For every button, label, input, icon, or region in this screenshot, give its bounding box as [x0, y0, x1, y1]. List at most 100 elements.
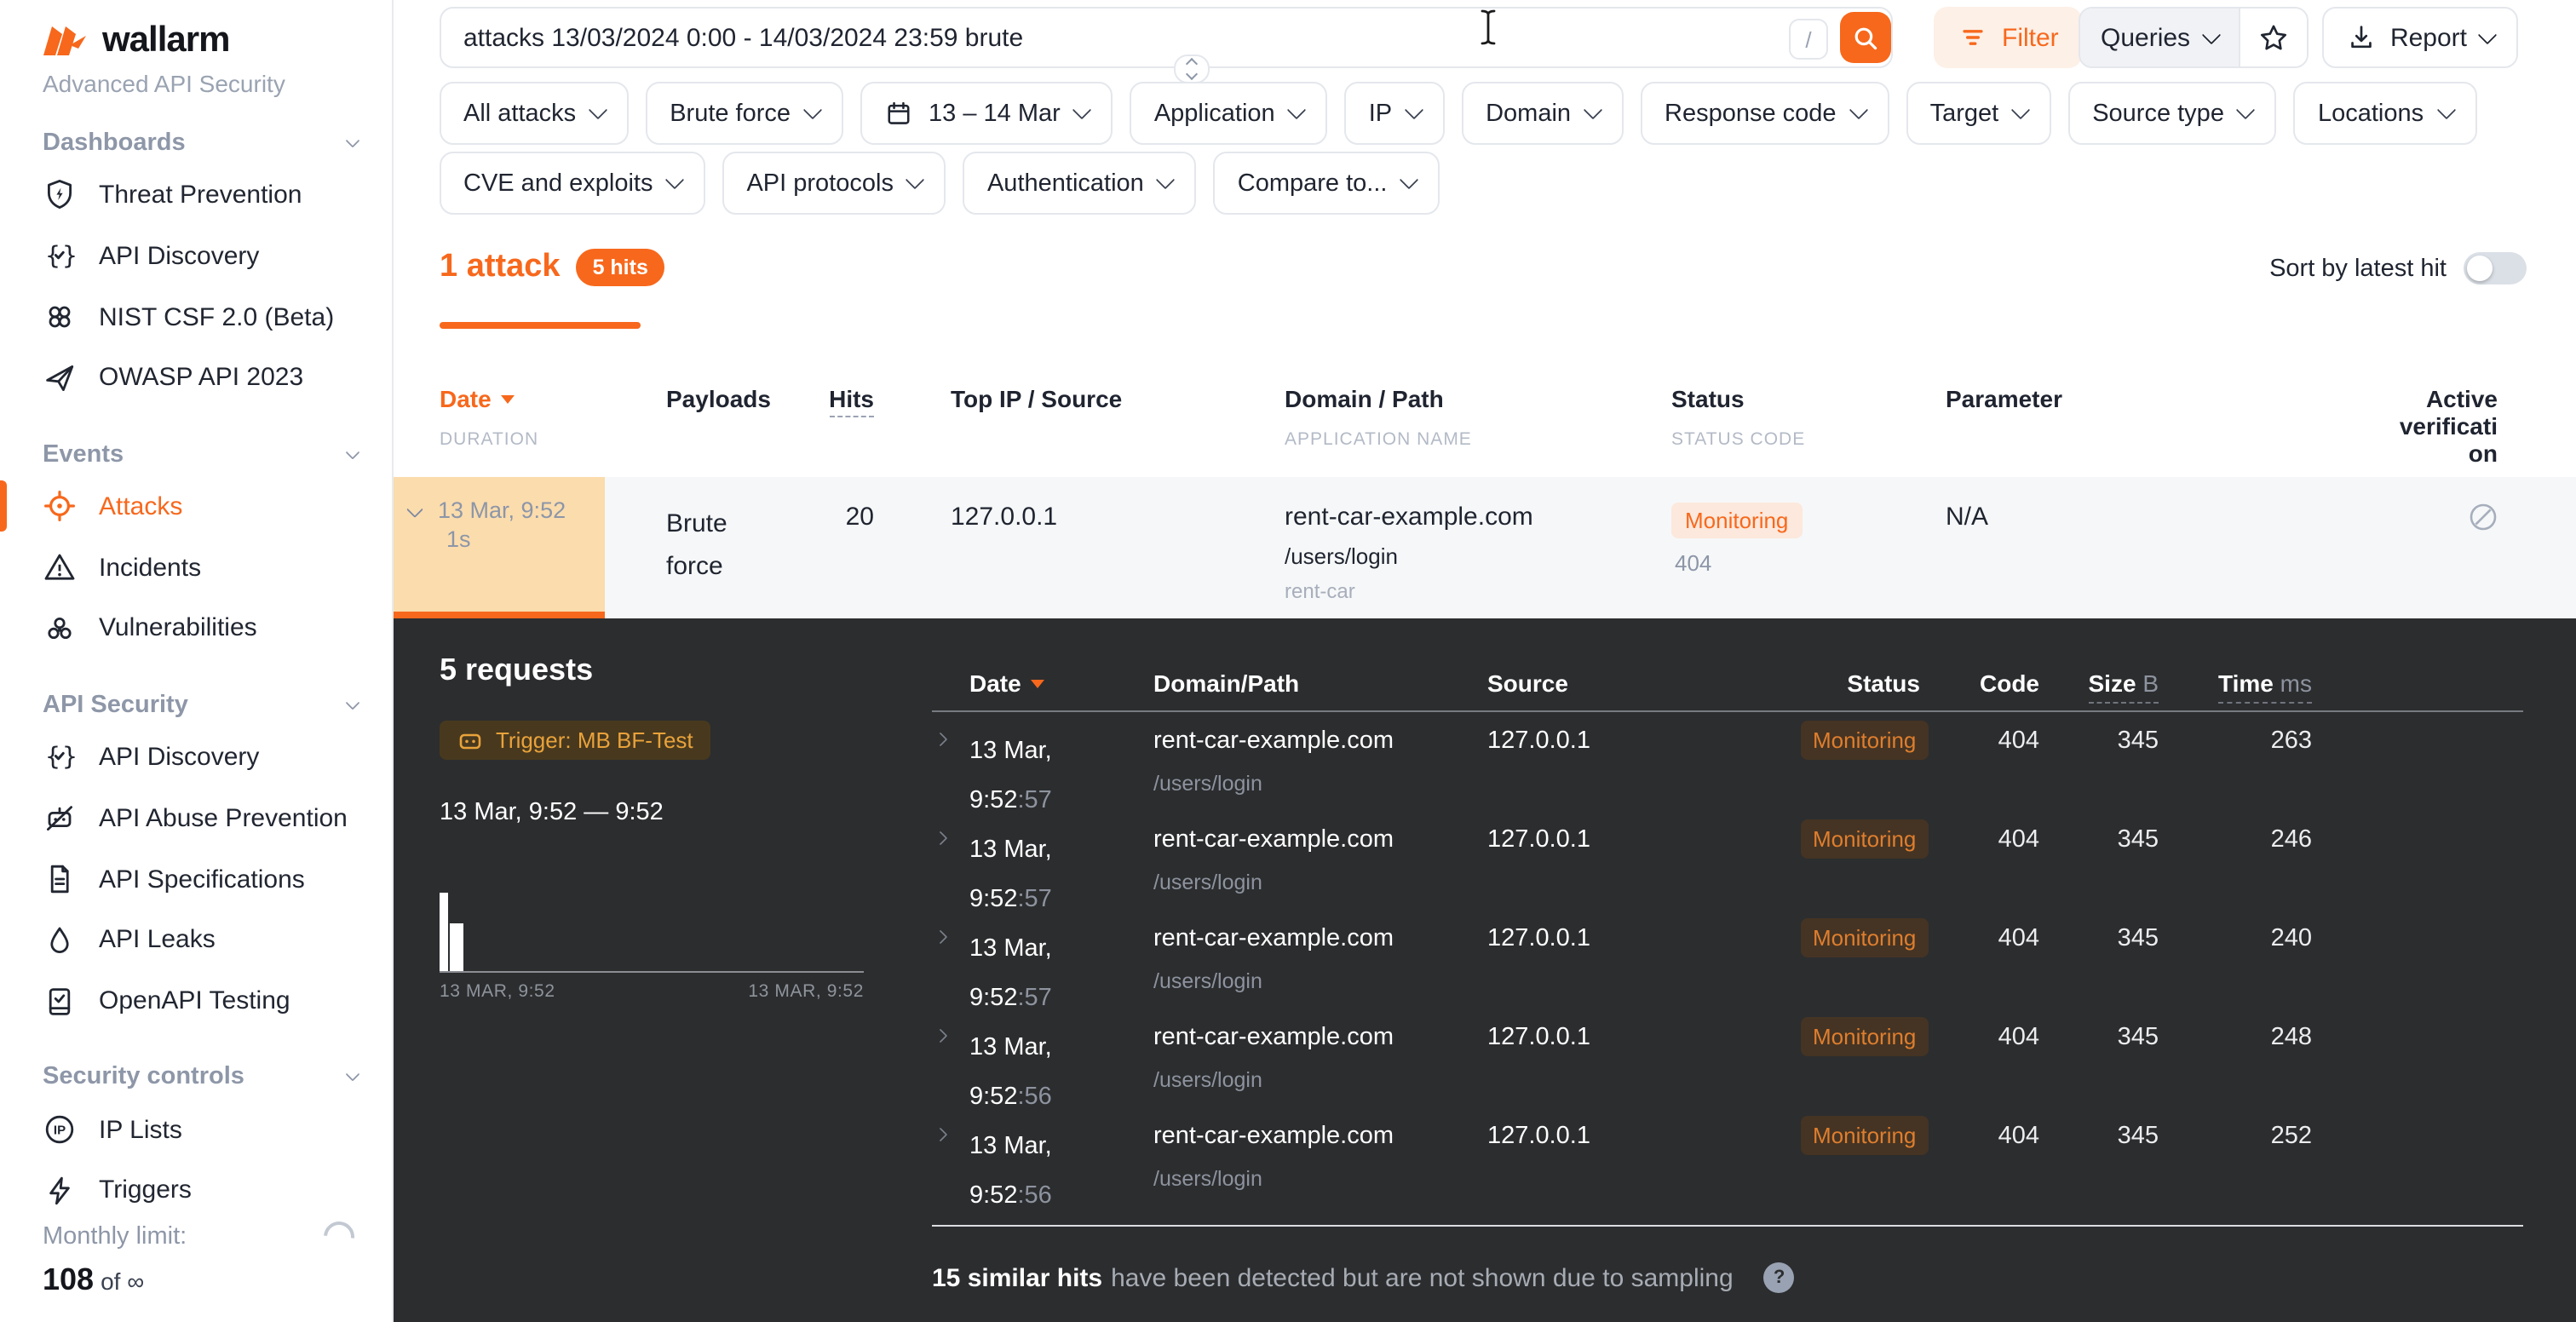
sidebar-item-attacks[interactable]: Attacks [0, 475, 392, 537]
chevron-right-icon[interactable] [934, 1029, 948, 1043]
chip-response-code[interactable]: Response code [1641, 82, 1889, 145]
trigger-chip[interactable]: Trigger: MB BF-Test [440, 721, 710, 760]
slash-circle-icon [2469, 503, 2498, 532]
main-content: / Filter Queries [394, 0, 2576, 1322]
help-icon[interactable]: ? [1764, 1262, 1795, 1293]
chip-label: 13 – 14 Mar [929, 100, 1061, 127]
sidebar-item-openapi-testing[interactable]: OpenAPI Testing [0, 971, 392, 1032]
sidebar-item-threat-prevention[interactable]: Threat Prevention [0, 164, 392, 226]
section-label: API Security [43, 691, 188, 718]
book-check-icon [43, 985, 77, 1019]
sidebar-item-api-discovery[interactable]: { } API Discovery [0, 225, 392, 286]
req-header-time[interactable]: Time ms [2159, 670, 2312, 697]
sampling-note-rest: have been detected but are not shown due… [1111, 1263, 1734, 1292]
req-header-size[interactable]: Size B [2039, 670, 2159, 697]
request-status: Monitoring [1801, 1017, 1920, 1056]
sidebar-item-nist-csf[interactable]: NIST CSF 2.0 (Beta) [0, 286, 392, 348]
chip-domain[interactable]: Domain [1462, 82, 1624, 145]
chip-api-protocols[interactable]: API protocols [722, 152, 946, 215]
chip-label: Compare to... [1238, 170, 1388, 197]
chip-label: Brute force [670, 100, 791, 127]
chip-locations[interactable]: Locations [2294, 82, 2476, 145]
brand-name: wallarm [102, 20, 229, 61]
chevron-right-icon[interactable] [934, 733, 948, 747]
chip-label: IP [1369, 100, 1392, 127]
chip-authentication[interactable]: Authentication [963, 152, 1197, 215]
sidebar-section-events[interactable]: Events [0, 433, 392, 476]
logo[interactable]: wallarm [0, 0, 392, 61]
chip-cve-exploits[interactable]: CVE and exploits [440, 152, 705, 215]
sidebar-item-incidents[interactable]: Incidents [0, 537, 392, 598]
sidebar-section-dashboards[interactable]: Dashboards [0, 121, 392, 164]
sidebar-item-triggers[interactable]: Triggers [0, 1160, 392, 1221]
queries-button[interactable]: Queries [2080, 9, 2238, 66]
chevron-right-icon[interactable] [934, 930, 948, 945]
column-header-date[interactable]: Date [440, 385, 515, 412]
sidebar: wallarm Advanced API Security Dashboards… [0, 0, 394, 1322]
axis-start-label: 13 MAR, 9:52 [440, 981, 555, 1002]
chip-brute-force[interactable]: Brute force [646, 82, 843, 145]
brand-subtitle: Advanced API Security [0, 61, 392, 97]
chip-compare-to[interactable]: Compare to... [1214, 152, 1440, 215]
chip-all-attacks[interactable]: All attacks [440, 82, 629, 145]
chevron-right-icon[interactable] [934, 1128, 948, 1142]
chevron-right-icon[interactable] [934, 831, 948, 846]
sidebar-item-label: API Discovery [99, 742, 259, 771]
sidebar-item-api-specifications[interactable]: API Specifications [0, 848, 392, 910]
sidebar-item-api-discovery-2[interactable]: { } API Discovery [0, 726, 392, 787]
attack-count: 1 attack 5 hits [440, 249, 665, 286]
request-row[interactable]: 13 Mar,9:52:57 rent-car-example.com/user… [932, 721, 2523, 819]
sort-toggle[interactable] [2464, 252, 2527, 285]
section-label: Security controls [43, 1064, 244, 1091]
column-header-hits[interactable]: Hits [755, 385, 874, 412]
sidebar-item-api-leaks[interactable]: API Leaks [0, 910, 392, 971]
chip-ip[interactable]: IP [1345, 82, 1445, 145]
attack-row[interactable]: 13 Mar, 9:52 1s Brute force 20 127.0.0.1… [394, 477, 2576, 618]
request-date: 13 Mar,9:52:56 [969, 1123, 1052, 1221]
column-subheader-application: APPLICATION NAME [1285, 429, 1472, 450]
active-verification-cell[interactable] [2469, 503, 2498, 532]
chip-label: Application [1154, 100, 1275, 127]
request-detail-panel: 5 requests Trigger: MB BF-Test 13 Mar, 9… [394, 618, 2576, 1322]
sidebar-item-owasp-api[interactable]: OWASP API 2023 [0, 348, 392, 409]
chip-target[interactable]: Target [1906, 82, 2052, 145]
chip-application[interactable]: Application [1130, 82, 1328, 145]
request-size: 345 [2039, 925, 2159, 952]
sidebar-item-ip-lists[interactable]: IP IP Lists [0, 1099, 392, 1160]
header-divider [932, 710, 2523, 712]
report-button[interactable]: Report [2322, 7, 2518, 68]
search-button[interactable] [1840, 12, 1891, 63]
search-input[interactable] [440, 7, 1893, 68]
request-status: Monitoring [1801, 721, 1920, 760]
bolt-icon [43, 1174, 77, 1208]
sidebar-item-vulnerabilities[interactable]: Vulnerabilities [0, 598, 392, 659]
axis-end-label: 13 MAR, 9:52 [748, 981, 864, 1002]
sampling-note: 15 similar hits have been detected but a… [932, 1262, 1795, 1293]
request-row[interactable]: 13 Mar,9:52:56 rent-car-example.com/user… [932, 1017, 2523, 1116]
request-row[interactable]: 13 Mar,9:52:57 rent-car-example.com/user… [932, 819, 2523, 918]
chip-date-range[interactable]: 13 – 14 Mar [860, 82, 1113, 145]
sidebar-item-label: Threat Prevention [99, 180, 302, 209]
sidebar-section-api-security[interactable]: API Security [0, 683, 392, 727]
robot-slash-icon [43, 801, 77, 835]
header-label: Time [2218, 670, 2274, 697]
attack-row-date-cell[interactable]: 13 Mar, 9:52 1s [394, 477, 605, 618]
sidebar-section-security-controls[interactable]: Security controls [0, 1056, 392, 1100]
calendar-icon [884, 99, 913, 128]
req-header-date[interactable]: Date [969, 670, 1045, 697]
header-unit: B [2142, 670, 2159, 697]
header-unit: ms [2280, 670, 2312, 697]
sidebar-item-api-abuse-prevention[interactable]: API Abuse Prevention [0, 787, 392, 848]
chip-source-type[interactable]: Source type [2068, 82, 2277, 145]
request-row[interactable]: 13 Mar,9:52:57 rent-car-example.com/user… [932, 918, 2523, 1017]
header-label: Size [2089, 670, 2136, 697]
chip-label: Response code [1665, 100, 1837, 127]
favorite-button[interactable] [2238, 9, 2306, 66]
chevron-down-icon [2201, 26, 2221, 45]
chevron-down-icon [1287, 100, 1307, 119]
search-expand-handle[interactable] [1174, 55, 1210, 83]
request-code: 404 [1920, 925, 2039, 952]
chevron-down-icon [1584, 100, 1603, 119]
filter-button[interactable]: Filter [1934, 7, 2083, 68]
request-row[interactable]: 13 Mar,9:52:56 rent-car-example.com/user… [932, 1116, 2523, 1215]
